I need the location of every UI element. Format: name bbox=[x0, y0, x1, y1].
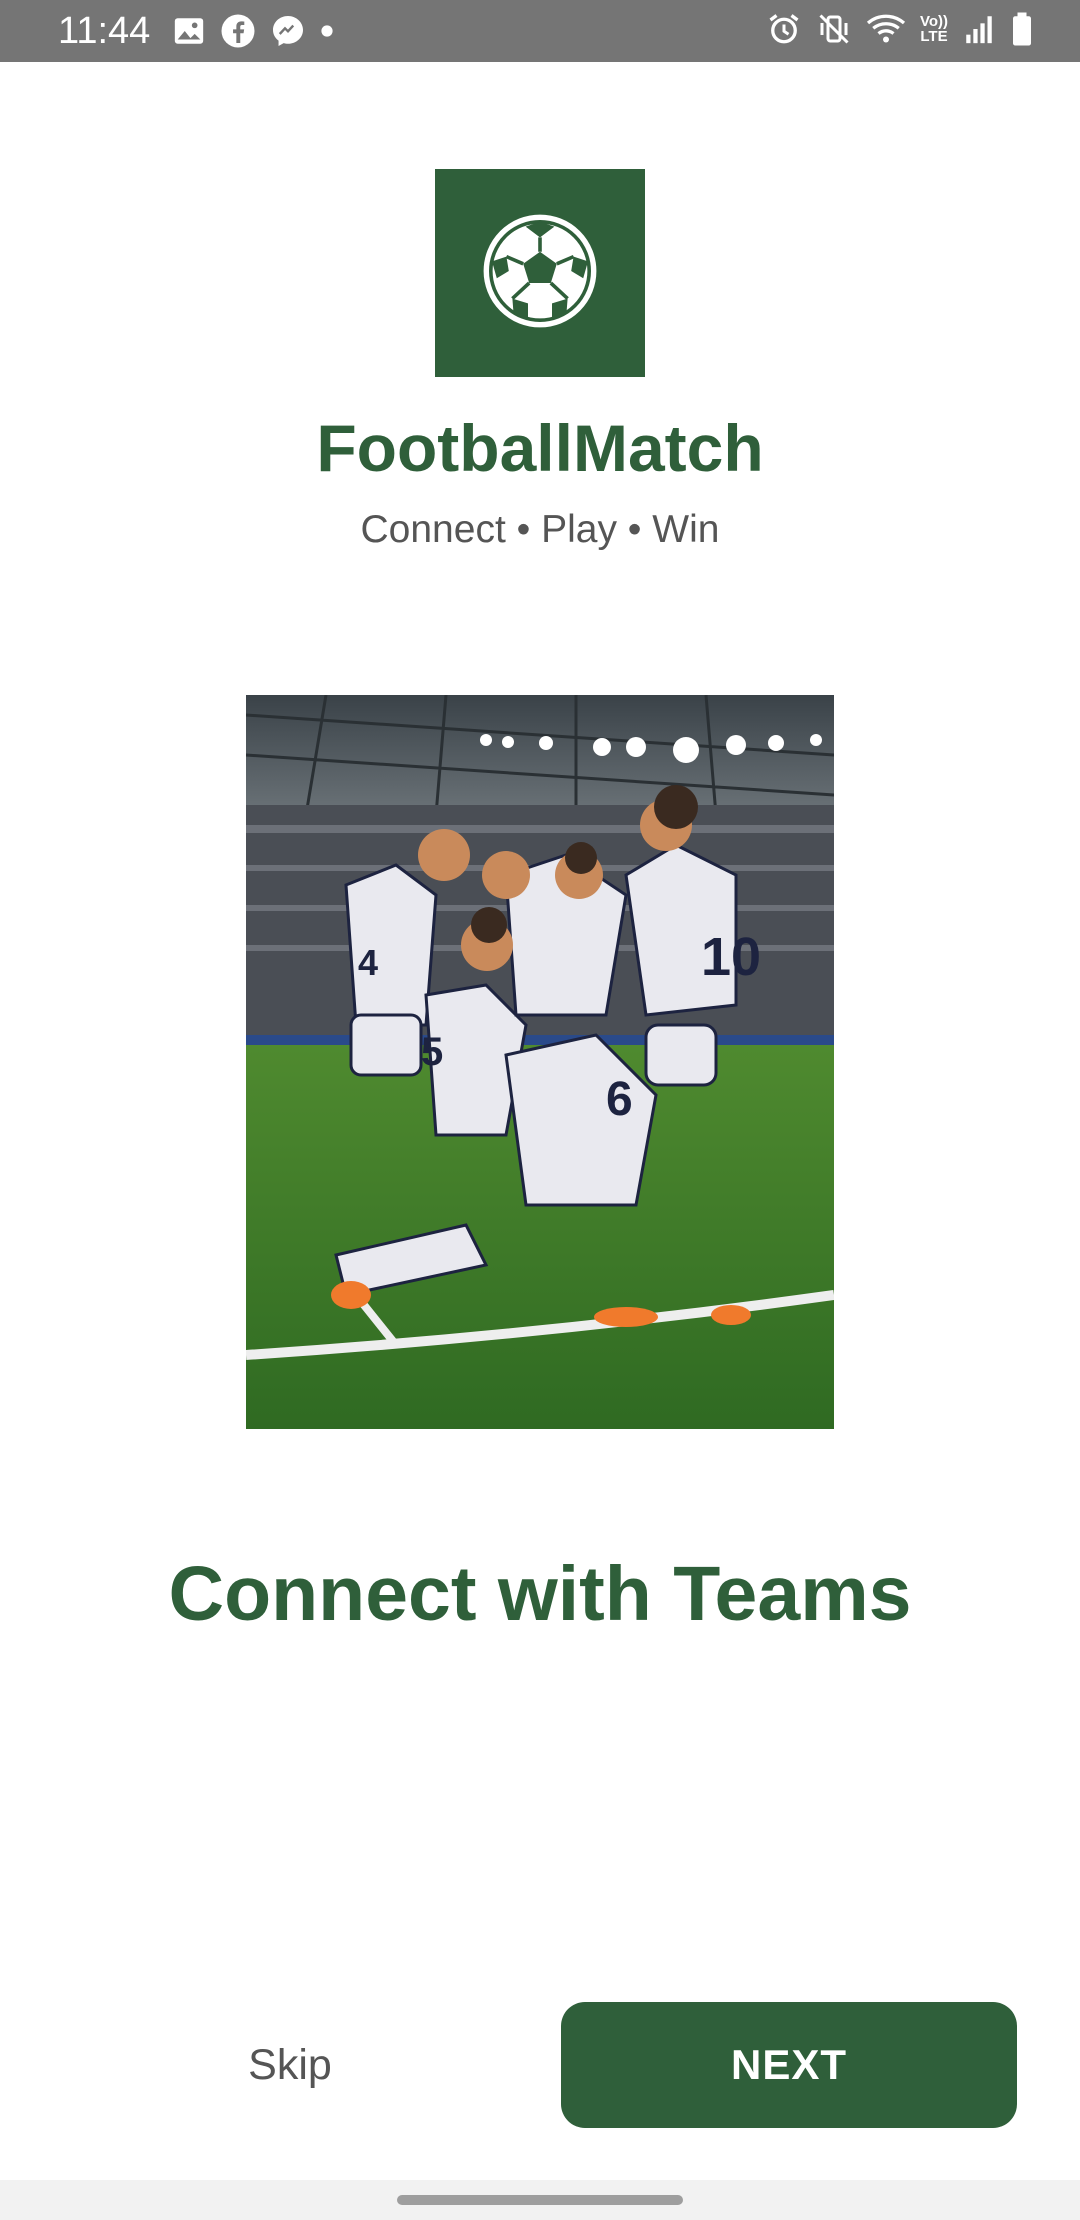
svg-text:6: 6 bbox=[606, 1073, 633, 1126]
svg-text:10: 10 bbox=[701, 927, 761, 987]
volte-top-label: Vo)) bbox=[919, 13, 948, 30]
onboarding-image: 10 6 5 4 bbox=[246, 695, 834, 1429]
status-system-icons: Vo)) LTE bbox=[766, 11, 1034, 47]
soccer-ball-icon bbox=[480, 211, 600, 336]
home-gesture-handle[interactable] bbox=[397, 2195, 683, 2205]
onboarding-headline: Connect with Teams bbox=[168, 1551, 912, 1637]
battery-icon bbox=[1010, 11, 1034, 47]
vibrate-icon bbox=[816, 11, 852, 47]
wifi-icon bbox=[866, 11, 906, 47]
navigation-bar bbox=[0, 2180, 1080, 2220]
svg-text:4: 4 bbox=[358, 942, 378, 983]
signal-icon bbox=[962, 12, 996, 46]
next-button[interactable]: NEXT bbox=[561, 2002, 1017, 2128]
image-icon bbox=[172, 14, 206, 48]
skip-button[interactable]: Skip bbox=[200, 2030, 380, 2100]
status-time: 11:44 bbox=[58, 10, 151, 52]
app-logo bbox=[435, 169, 645, 377]
app-name: FootballMatch bbox=[316, 411, 764, 485]
svg-text:5: 5 bbox=[421, 1030, 443, 1074]
status-bar: 11:44 Vo)) LTE bbox=[0, 0, 1080, 62]
facebook-icon bbox=[220, 13, 256, 49]
volte-bottom-label: LTE bbox=[920, 28, 948, 45]
alarm-icon bbox=[766, 11, 802, 47]
status-notification-icons bbox=[172, 13, 334, 49]
messenger-icon bbox=[270, 13, 306, 49]
app-tagline: Connect • Play • Win bbox=[360, 508, 720, 551]
dot-icon bbox=[320, 24, 334, 38]
volte-icon: Vo)) LTE bbox=[920, 14, 948, 44]
